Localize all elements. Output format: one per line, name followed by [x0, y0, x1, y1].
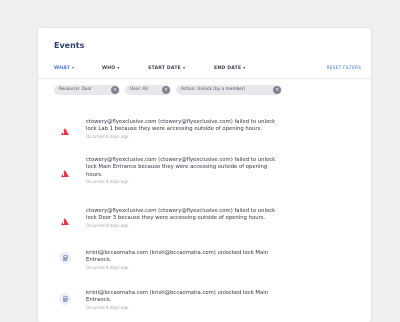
event-time: Occurred 8 days ago — [86, 305, 129, 310]
chip-label: User: All — [130, 87, 148, 92]
chevron-down-icon: ▾ — [183, 65, 186, 70]
close-icon[interactable]: × — [111, 86, 119, 94]
warning-icon-mark — [63, 220, 65, 224]
chip-label: Action: Unlock (by a member) — [181, 87, 246, 92]
chevron-down-icon: ▾ — [117, 65, 120, 70]
event-line: kristi@bccaomaha.com (kristi@bccaomaha.c… — [86, 290, 269, 296]
chevron-down-icon: ▾ — [243, 65, 246, 70]
filter-bar: WHAT ▾ WHO ▾ START DATE ▾ END DATE ▾ RESET F… — [38, 60, 371, 79]
event-time: Occurred 8 days ago — [86, 223, 129, 228]
filter-end-date-label: END DATE — [214, 66, 242, 71]
warning-icon — [61, 170, 69, 177]
lock-icon — [59, 293, 71, 305]
event-time: Occurred 8 days ago — [86, 134, 129, 139]
event-line: hours. — [86, 171, 103, 178]
event-text: ctowery@flyexclusive.com (ctowery@flyexc… — [86, 157, 348, 179]
filter-chip: User: All × — [125, 85, 171, 95]
filter-what[interactable]: WHAT ▾ — [54, 65, 74, 71]
events-panel: Events WHAT ▾ WHO ▾ START DATE ▾ END DATE ▾ … — [38, 28, 371, 322]
warning-icon-mark — [63, 172, 65, 176]
filter-chip: Resource: Door × — [54, 85, 120, 95]
event-line: lock Door 3 because they were accessing … — [86, 215, 266, 222]
warning-icon-mark — [63, 130, 65, 134]
warning-icon — [61, 128, 69, 135]
event-line: Entrance. — [86, 297, 112, 304]
filter-chip: Action: Unlock (by a member) × — [176, 85, 282, 95]
filter-start-date[interactable]: START DATE ▾ — [148, 65, 185, 71]
filter-start-date-label: START DATE — [148, 66, 181, 71]
event-line: ctowery@flyexclusive.com (ctowery@flyexc… — [86, 208, 276, 214]
event-line: kristi@bccaomaha.com (kristi@bccaomaha.c… — [86, 250, 269, 256]
event-text: kristi@bccaomaha.com (kristi@bccaomaha.c… — [86, 250, 348, 265]
lock-icon — [59, 252, 71, 264]
filter-end-date[interactable]: END DATE ▾ — [214, 65, 246, 71]
event-text: kristi@bccaomaha.com (kristi@bccaomaha.c… — [86, 290, 348, 305]
event-line: Entrance. — [86, 257, 112, 264]
panel-title: Events — [54, 41, 85, 50]
chevron-down-icon: ▾ — [72, 65, 75, 70]
chip-label: Resource: Door — [59, 87, 92, 92]
close-icon[interactable]: × — [162, 86, 170, 94]
event-line: ctowery@flyexclusive.com (ctowery@flyexc… — [86, 157, 276, 163]
event-text: ctowery@flyexclusive.com (ctowery@flyexc… — [86, 208, 348, 223]
event-time: Occurred 8 days ago — [86, 265, 129, 270]
event-line: ctowery@flyexclusive.com (ctowery@flyexc… — [86, 119, 276, 125]
warning-icon — [61, 218, 69, 225]
filter-who-label: WHO — [102, 66, 116, 71]
reset-filters-button[interactable]: RESET FILTERS — [327, 66, 361, 71]
filter-who[interactable]: WHO ▾ — [102, 65, 120, 71]
event-time: Occurred 8 days ago — [86, 179, 129, 184]
event-line: lock Main Entrance because they were acc… — [86, 164, 268, 171]
event-line: lock Lab 1 because they were accessing o… — [86, 126, 263, 133]
close-icon[interactable]: × — [273, 86, 281, 94]
event-text: ctowery@flyexclusive.com (ctowery@flyexc… — [86, 119, 348, 134]
filter-what-label: WHAT — [54, 66, 71, 71]
